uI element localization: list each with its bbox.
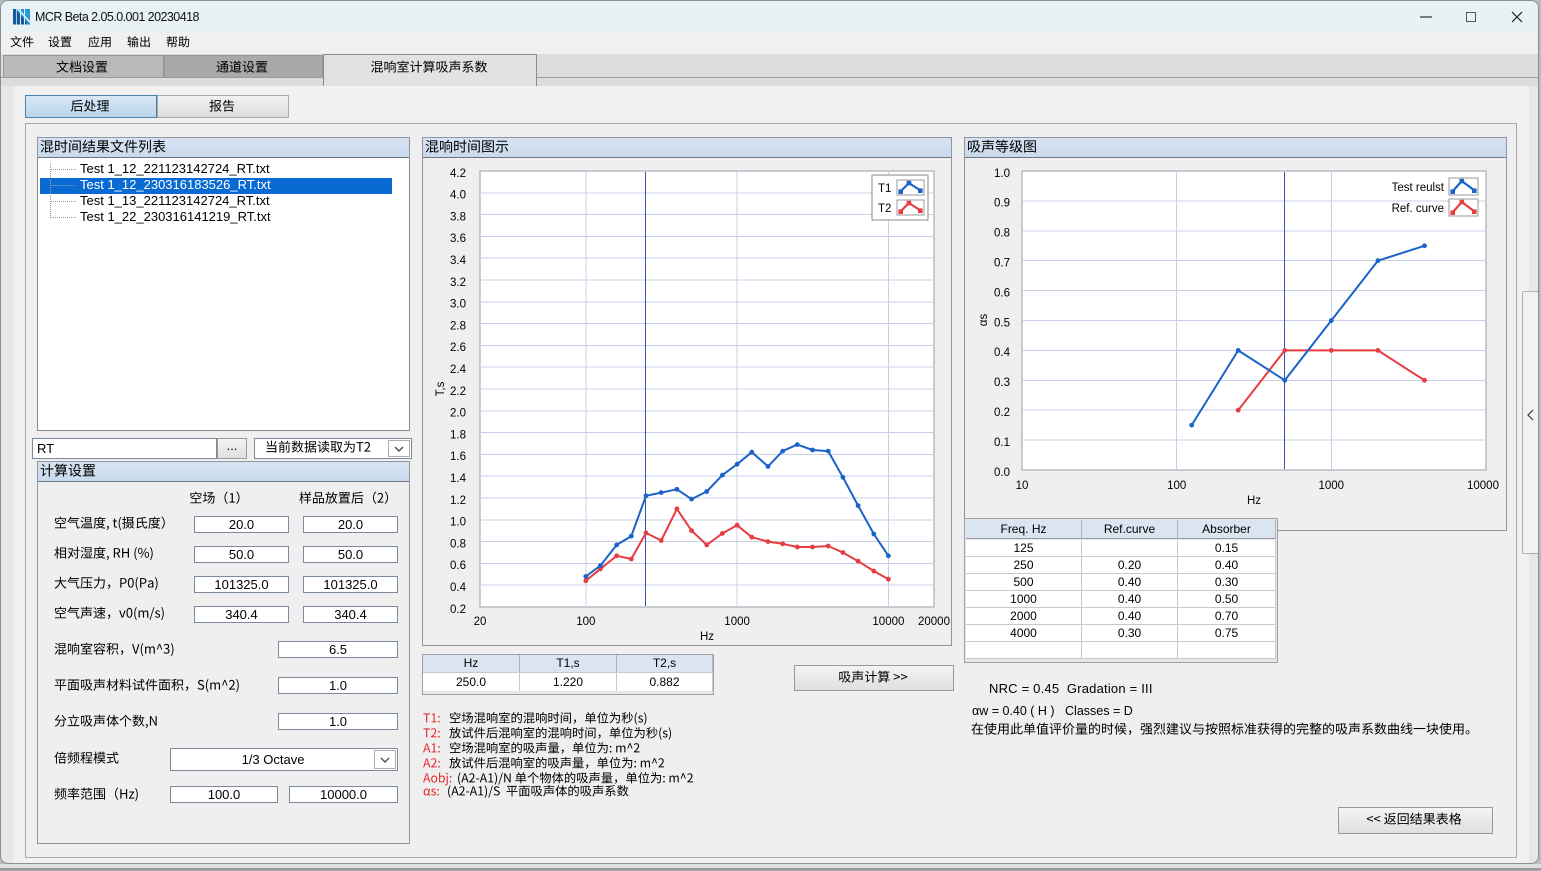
svg-text:1.0: 1.0 [994,168,1010,180]
svg-text:0.9: 0.9 [994,198,1010,210]
svg-text:4.0: 4.0 [450,190,466,202]
svg-text:Ref. curve: Ref. curve [1392,203,1444,215]
svg-text:T2: T2 [878,203,891,215]
svg-text:1.6: 1.6 [450,451,466,463]
svg-text:0.1: 0.1 [994,437,1010,449]
svg-text:Test reulst: Test reulst [1392,182,1445,194]
svg-text:4.2: 4.2 [450,168,466,180]
svg-text:100: 100 [576,616,595,628]
svg-text:1.0: 1.0 [450,517,466,529]
svg-text:2.0: 2.0 [450,408,466,420]
svg-text:3.0: 3.0 [450,299,466,311]
svg-text:0.6: 0.6 [994,287,1010,299]
svg-text:1.4: 1.4 [450,473,467,485]
svg-text:100: 100 [1167,480,1186,492]
svg-text:T1: T1 [878,183,891,195]
svg-text:1000: 1000 [724,616,750,628]
svg-text:10000: 10000 [872,616,904,628]
svg-text:2.2: 2.2 [450,386,466,398]
svg-text:3.8: 3.8 [450,211,466,223]
svg-text:0.4: 0.4 [994,347,1011,359]
svg-text:3.6: 3.6 [450,233,466,245]
svg-text:Hz: Hz [700,631,714,643]
svg-text:2.6: 2.6 [450,342,466,354]
svg-text:2.8: 2.8 [450,320,466,332]
svg-text:0.6: 0.6 [450,560,466,572]
svg-text:10000: 10000 [1467,480,1499,492]
svg-text:αs: αs [978,314,990,327]
svg-text:2.4: 2.4 [450,364,467,376]
svg-text:0.0: 0.0 [994,467,1010,479]
svg-text:3.2: 3.2 [450,277,466,289]
svg-text:0.8: 0.8 [994,228,1010,240]
svg-text:0.2: 0.2 [450,604,466,616]
svg-text:1.8: 1.8 [450,429,466,441]
svg-text:Hz: Hz [1247,495,1261,507]
svg-text:0.2: 0.2 [994,407,1010,419]
svg-text:T,s: T,s [435,381,447,396]
svg-text:0.7: 0.7 [994,258,1010,270]
svg-text:0.8: 0.8 [450,538,466,550]
svg-text:0.4: 0.4 [450,582,467,594]
svg-text:1.2: 1.2 [450,495,466,507]
svg-text:3.4: 3.4 [450,255,467,267]
svg-text:1000: 1000 [1319,480,1345,492]
svg-text:20000: 20000 [918,616,950,628]
svg-text:10: 10 [1016,480,1029,492]
svg-text:0.3: 0.3 [994,377,1010,389]
svg-text:0.5: 0.5 [994,317,1010,329]
svg-text:20: 20 [474,616,487,628]
